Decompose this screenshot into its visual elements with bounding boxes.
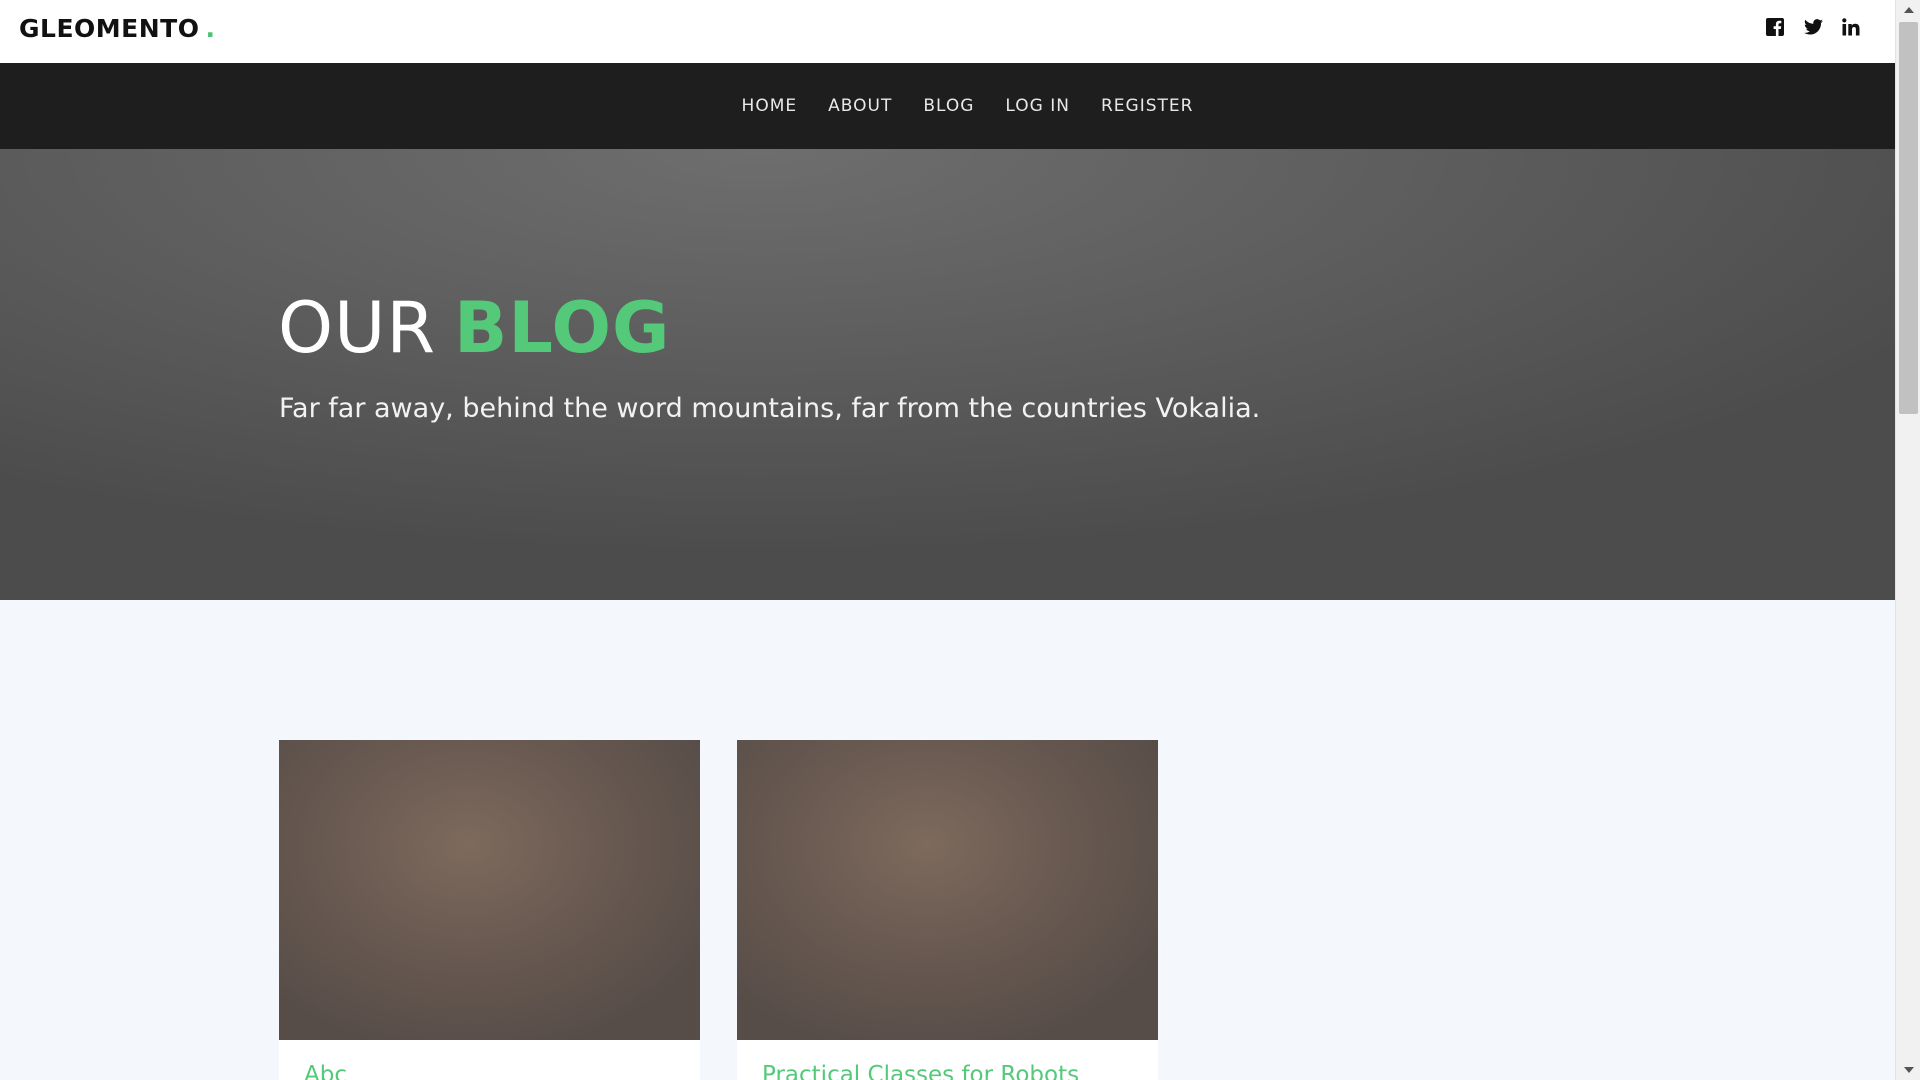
hero-title: OUR BLOG <box>278 293 670 363</box>
blog-card[interactable]: Practical Classes for Robots <box>737 740 1158 1080</box>
nav-item-home[interactable]: HOME <box>742 96 798 116</box>
top-bar: GLEOMENTO. <box>0 0 1895 63</box>
scrollbar-thumb[interactable] <box>1899 22 1918 414</box>
twitter-icon[interactable] <box>1803 17 1823 37</box>
brand-dot: . <box>205 14 216 43</box>
blog-card-image[interactable] <box>279 740 700 1040</box>
nav-item-log-in[interactable]: LOG IN <box>1005 96 1070 116</box>
scroll-up-arrow-icon[interactable] <box>1896 0 1920 20</box>
nav-item-register[interactable]: REGISTER <box>1101 96 1193 116</box>
hero-subtitle: Far far away, behind the word mountains,… <box>279 393 1261 424</box>
vertical-scrollbar[interactable] <box>1895 0 1920 1080</box>
page: GLEOMENTO. HOME ABOUT BLOG LOG IN REGIST… <box>0 0 1920 1080</box>
main-nav: HOME ABOUT BLOG LOG IN REGISTER <box>0 63 1895 149</box>
blog-card-title[interactable]: Abc <box>304 1062 347 1080</box>
blog-posts: Abc Practical Classes for Robots <box>0 600 1895 1080</box>
blog-card-image[interactable] <box>737 740 1158 1040</box>
brand-name: GLEOMENTO <box>19 14 200 43</box>
hero-banner: OUR BLOG Far far away, behind the word mo… <box>0 149 1895 600</box>
hero-title-accent: BLOG <box>453 287 671 369</box>
blog-card-title[interactable]: Practical Classes for Robots <box>762 1062 1079 1080</box>
nav-item-blog[interactable]: BLOG <box>923 96 974 116</box>
nav-item-about[interactable]: ABOUT <box>828 96 892 116</box>
brand-logo[interactable]: GLEOMENTO. <box>19 14 215 43</box>
social-links <box>1765 17 1861 37</box>
facebook-icon[interactable] <box>1765 17 1785 37</box>
nav-items: HOME ABOUT BLOG LOG IN REGISTER <box>742 96 1194 116</box>
scroll-down-arrow-icon[interactable] <box>1896 1060 1920 1080</box>
blog-card[interactable]: Abc <box>279 740 700 1080</box>
hero-title-plain: OUR <box>278 287 436 369</box>
linkedin-icon[interactable] <box>1841 17 1861 37</box>
